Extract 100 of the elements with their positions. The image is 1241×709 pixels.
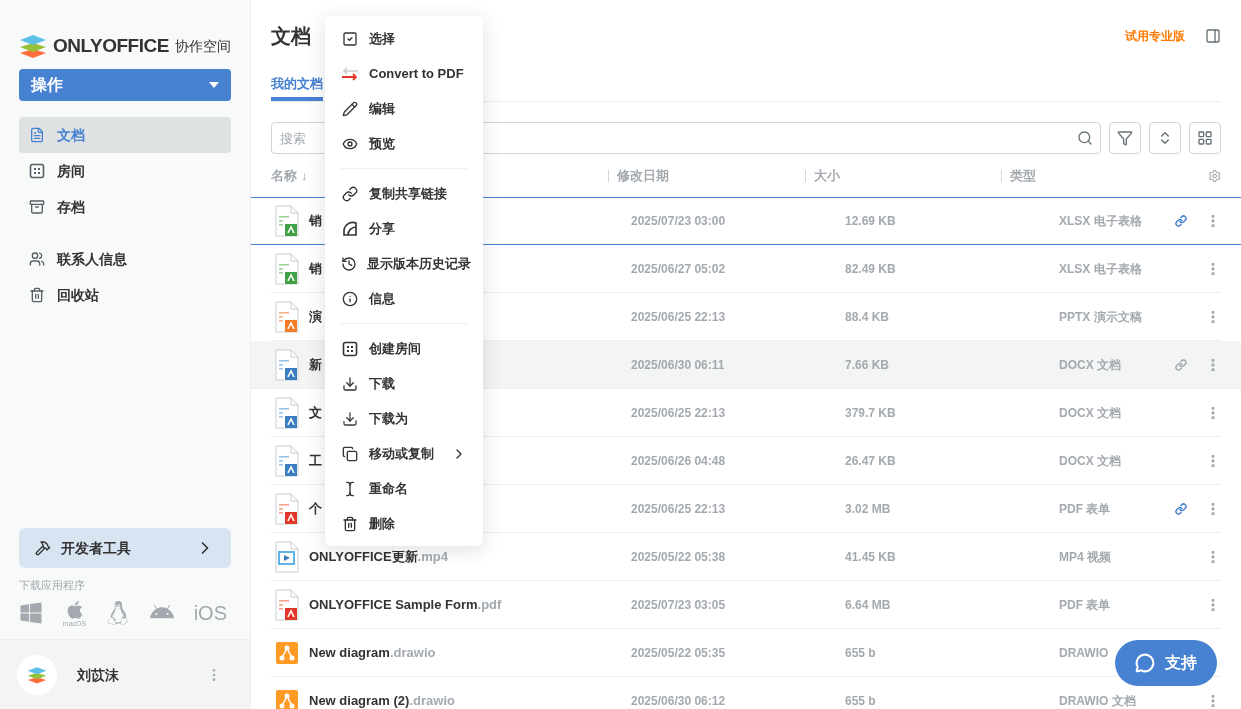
pencil-icon	[342, 100, 358, 117]
dropdown-triangle-icon	[209, 82, 219, 88]
menu-item[interactable]: 选择	[325, 21, 483, 56]
info-icon	[342, 290, 358, 307]
file-name[interactable]: 演	[309, 306, 322, 327]
menu-item[interactable]: 下载	[325, 366, 483, 401]
page-title: 文档	[271, 23, 311, 49]
link-icon[interactable]	[1175, 358, 1187, 371]
grid-icon	[29, 163, 45, 179]
modified-date: 2025/06/30 06:12	[631, 692, 727, 709]
share-icon	[342, 220, 358, 237]
file-name[interactable]: ONLYOFFICE Sample Form.pdf	[309, 594, 502, 615]
menu-item[interactable]: 删除	[325, 506, 483, 541]
modified-date: 2025/06/25 22:13	[631, 404, 727, 421]
avatar-logo-icon	[27, 664, 47, 685]
support-button[interactable]: 支持	[1115, 640, 1217, 686]
menu-item[interactable]: 下载为	[325, 401, 483, 436]
menu-item[interactable]: 重命名	[325, 471, 483, 506]
chat-bubble-icon	[1135, 653, 1155, 673]
file-name[interactable]: 工	[309, 450, 322, 471]
file-size: 655 b	[845, 644, 877, 661]
trash-icon	[29, 287, 45, 303]
file-name[interactable]: 个	[309, 498, 322, 519]
file-type: DRAWIO	[1059, 644, 1110, 661]
sidebar-item[interactable]: 房间	[19, 153, 231, 189]
link-icon[interactable]	[1175, 502, 1187, 515]
video-file-icon	[275, 540, 299, 573]
sidebar-item[interactable]: 回收站	[19, 277, 231, 313]
download-icon	[342, 410, 358, 427]
modified-date: 2025/06/27 05:02	[631, 260, 727, 277]
brand-name: ONLYOFFICE	[53, 33, 169, 58]
developer-tools-button[interactable]: 开发者工具	[19, 527, 231, 568]
document-file-icon	[275, 444, 299, 477]
file-size: 88.4 KB	[845, 308, 891, 325]
penguin-icon[interactable]	[106, 601, 130, 625]
menu-item[interactable]: 信息	[325, 281, 483, 316]
menu-item[interactable]: 显示版本历史记录	[325, 246, 483, 281]
file-type: PDF 表单	[1059, 596, 1112, 613]
modified-date: 2025/07/23 03:00	[631, 213, 727, 229]
sort-button[interactable]	[1149, 122, 1181, 154]
copy-icon	[342, 445, 358, 462]
menu-item[interactable]: 复制共享链接	[325, 176, 483, 211]
view-toggle-button[interactable]	[1189, 122, 1221, 154]
grid-icon	[342, 340, 358, 357]
filter-button[interactable]	[1109, 122, 1141, 154]
sidebar-item[interactable]: 联系人信息	[19, 241, 231, 277]
menu-item[interactable]: 创建房间	[325, 331, 483, 366]
panel-icon[interactable]	[1205, 27, 1221, 44]
modified-date: 2025/05/22 05:38	[631, 548, 727, 565]
trash-icon	[342, 515, 358, 532]
download-apps-title: 下载应用程序	[19, 577, 86, 593]
file-type: DOCX 文档	[1059, 452, 1122, 469]
file-name[interactable]: 新	[309, 354, 322, 375]
archive-icon	[29, 199, 45, 215]
menu-item[interactable]: Convert to PDF	[325, 56, 483, 91]
file-name[interactable]: 销	[309, 258, 322, 279]
user-avatar[interactable]	[17, 654, 57, 695]
link-icon	[342, 185, 358, 202]
file-name[interactable]: 文	[309, 402, 322, 423]
sidebar-item[interactable]: 存档	[19, 189, 231, 225]
modified-date: 2025/06/30 06:11	[631, 356, 726, 373]
spreadsheet-file-icon	[275, 252, 299, 285]
actions-button[interactable]: 操作	[19, 69, 231, 101]
modified-date: 2025/06/25 22:13	[631, 308, 727, 325]
document-file-icon	[275, 396, 299, 429]
file-size: 6.64 MB	[845, 596, 892, 613]
checkbox-icon	[342, 30, 358, 47]
pdf-file-icon	[275, 492, 299, 525]
brand-suffix: 协作空间	[174, 37, 231, 56]
file-name[interactable]: New diagram.drawio	[309, 642, 436, 663]
file-type: DOCX 文档	[1059, 356, 1122, 373]
modified-date: 2025/05/22 05:35	[631, 644, 727, 661]
file-type: XLSX 电子表格	[1059, 213, 1143, 229]
menu-item[interactable]: 移动或复制	[325, 436, 483, 471]
file-type: PPTX 演示文稿	[1059, 308, 1143, 325]
file-size: 655 b	[845, 692, 877, 709]
link-icon[interactable]	[1175, 215, 1187, 227]
spreadsheet-file-icon	[275, 205, 299, 237]
document-icon	[29, 127, 45, 143]
file-type: XLSX 电子表格	[1059, 260, 1143, 277]
sort-arrow: ↓	[301, 166, 308, 185]
file-name[interactable]: ONLYOFFICE更新.mp4	[309, 546, 448, 567]
file-name[interactable]: 销	[309, 211, 322, 231]
file-size: 3.02 MB	[845, 500, 892, 517]
file-size: 7.66 KB	[845, 356, 891, 373]
arrows-icon	[341, 65, 359, 82]
settings-icon[interactable]	[1207, 168, 1221, 183]
file-size: 26.47 KB	[845, 452, 897, 469]
file-name[interactable]: New diagram (2).drawio	[309, 690, 455, 709]
search-icon[interactable]	[1077, 130, 1093, 146]
grid-icon	[1197, 130, 1213, 146]
logo-icon	[19, 32, 47, 60]
file-size: 41.45 KB	[845, 548, 897, 565]
menu-item[interactable]: 分享	[325, 211, 483, 246]
user-name: 刘苡沫	[77, 665, 120, 685]
download-icon	[342, 375, 358, 392]
people-icon	[29, 251, 45, 267]
file-type: DOCX 文档	[1059, 404, 1122, 421]
windows-icon[interactable]	[19, 601, 43, 625]
hammer-icon	[35, 539, 51, 556]
